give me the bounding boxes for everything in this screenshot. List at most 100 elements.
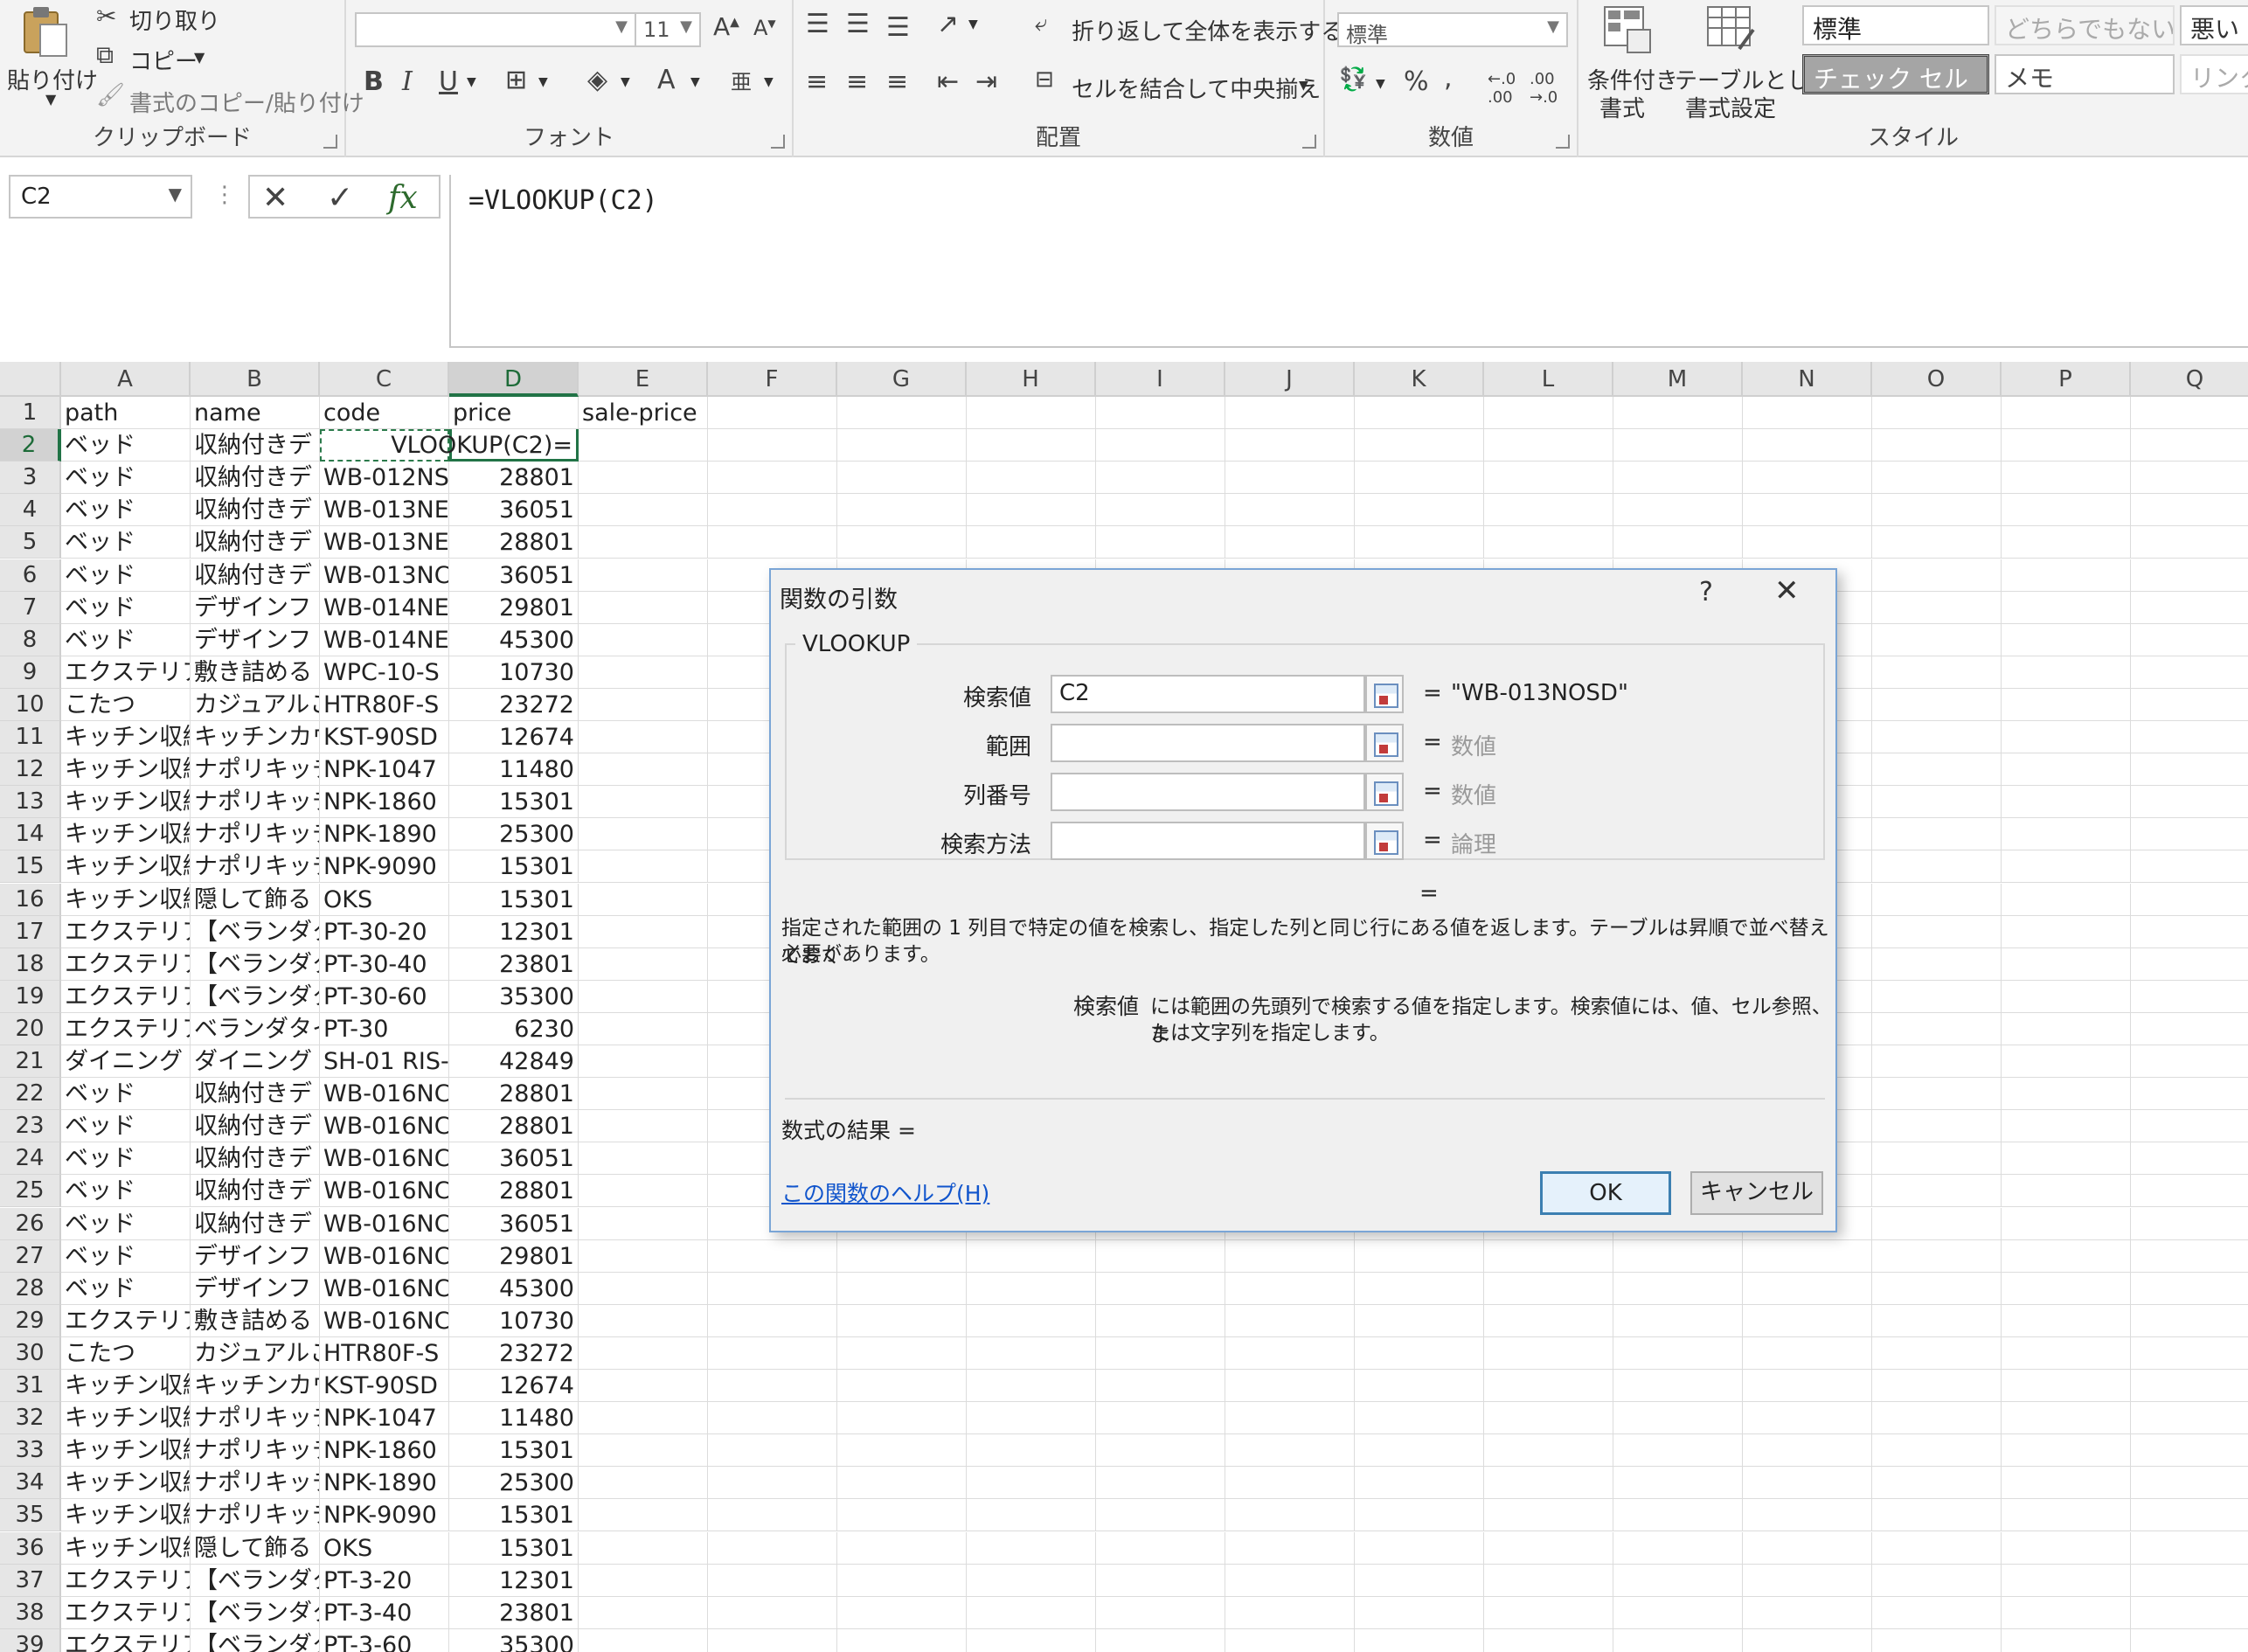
cell-path[interactable]: ベッド bbox=[61, 462, 191, 495]
cell-price[interactable]: 45300 bbox=[449, 623, 579, 656]
grid-cell[interactable] bbox=[2002, 1207, 2131, 1240]
cell-code[interactable]: KST-90SD bbox=[320, 721, 449, 753]
grid-cell[interactable] bbox=[967, 1239, 1096, 1273]
row-header[interactable]: 15 bbox=[0, 850, 61, 884]
grid-cell[interactable] bbox=[2002, 1142, 2131, 1176]
grid-cell[interactable] bbox=[1096, 1336, 1225, 1370]
merge-dropdown-icon[interactable]: ▼ bbox=[1299, 79, 1308, 93]
grid-cell[interactable] bbox=[1743, 526, 1872, 559]
grid-cell[interactable] bbox=[1225, 1304, 1355, 1337]
grid-cell[interactable] bbox=[1872, 1596, 2002, 1629]
grid-cell[interactable] bbox=[1613, 494, 1743, 527]
grid-cell[interactable] bbox=[2002, 1531, 2131, 1565]
align-left-icon[interactable]: ≡ bbox=[806, 66, 828, 97]
grid-cell[interactable] bbox=[2002, 1499, 2131, 1532]
cell-code[interactable]: PT-3-40 bbox=[320, 1596, 449, 1629]
grid-cell[interactable] bbox=[1225, 1564, 1355, 1597]
style-bad[interactable]: 悪い bbox=[2180, 5, 2248, 45]
cell-path[interactable]: キッチン収納 bbox=[61, 721, 191, 753]
cell-name[interactable]: 隠して飾る bbox=[191, 883, 320, 916]
cell-name[interactable]: 敷き詰める bbox=[191, 656, 320, 689]
cell-code[interactable]: WB-016NC bbox=[320, 1304, 449, 1337]
cell-path[interactable]: エクステリア bbox=[61, 1628, 191, 1652]
cell-price[interactable]: 15301 bbox=[449, 786, 579, 819]
grid-cell[interactable] bbox=[2131, 1304, 2248, 1337]
grid-cell[interactable] bbox=[1872, 1531, 2002, 1565]
cell-path[interactable]: エクステリア bbox=[61, 1304, 191, 1337]
grid-cell[interactable] bbox=[1096, 429, 1225, 462]
cell-price[interactable]: 36051 bbox=[449, 1207, 579, 1240]
grid-cell[interactable] bbox=[1096, 494, 1225, 527]
cell-path[interactable]: ベッド bbox=[61, 559, 191, 592]
grid-cell[interactable] bbox=[1355, 1272, 1484, 1305]
grid-cell[interactable] bbox=[1613, 1239, 1743, 1273]
cell-name[interactable]: 【ベランダタ bbox=[191, 1596, 320, 1629]
row-header[interactable]: 21 bbox=[0, 1045, 61, 1078]
font-color-dropdown-icon[interactable]: ▼ bbox=[690, 75, 700, 89]
row-header[interactable]: 10 bbox=[0, 688, 61, 721]
cell-name[interactable]: 収納付きデ bbox=[191, 1207, 320, 1240]
bold-button[interactable]: B bbox=[364, 66, 384, 97]
grid-cell[interactable] bbox=[967, 1628, 1096, 1652]
align-top-icon[interactable]: ☰ bbox=[806, 9, 829, 39]
cell-name[interactable]: ダイニング bbox=[191, 1045, 320, 1078]
orientation-icon[interactable]: ↗ bbox=[937, 9, 959, 39]
grid-cell[interactable] bbox=[2002, 623, 2131, 656]
row-header[interactable]: 3 bbox=[0, 462, 61, 495]
row-header[interactable]: 17 bbox=[0, 915, 61, 948]
cell-price[interactable]: 15301 bbox=[449, 1531, 579, 1565]
column-header[interactable]: G bbox=[837, 362, 967, 397]
grid-cell[interactable] bbox=[2131, 915, 2248, 948]
cell-code[interactable]: HTR80F-S bbox=[320, 1336, 449, 1370]
cell-name[interactable]: カジュアルこ bbox=[191, 688, 320, 721]
grid-cell[interactable] bbox=[1743, 429, 1872, 462]
grid-cell[interactable] bbox=[2002, 559, 2131, 592]
column-header[interactable]: Q bbox=[2131, 362, 2248, 397]
grid-cell[interactable] bbox=[2131, 1564, 2248, 1597]
currency-icon[interactable]: 💱 bbox=[1339, 66, 1367, 93]
cell-name[interactable]: 収納付きデ bbox=[191, 1078, 320, 1111]
grid-cell[interactable] bbox=[2002, 1628, 2131, 1652]
grid-cell[interactable] bbox=[2002, 1402, 2131, 1435]
grid-cell[interactable] bbox=[1872, 721, 2002, 753]
grid-cell[interactable] bbox=[1096, 1239, 1225, 1273]
grid-cell[interactable] bbox=[837, 1272, 967, 1305]
grid-cell[interactable] bbox=[1872, 786, 2002, 819]
grid-cell[interactable] bbox=[579, 1531, 708, 1565]
cell-name[interactable]: 収納付きデ bbox=[191, 1110, 320, 1143]
cell-path[interactable]: エクステリア bbox=[61, 1596, 191, 1629]
cell-price[interactable]: 28801 bbox=[449, 1078, 579, 1111]
comma-button[interactable]: , bbox=[1444, 63, 1453, 94]
grid-cell[interactable] bbox=[2002, 1370, 2131, 1402]
row-header[interactable]: 9 bbox=[0, 656, 61, 689]
grid-cell[interactable] bbox=[1872, 591, 2002, 624]
grid-cell[interactable] bbox=[1872, 1628, 2002, 1652]
grid-cell[interactable] bbox=[708, 1370, 837, 1402]
cell-name[interactable]: 収納付きデ bbox=[191, 559, 320, 592]
ref-select-icon[interactable] bbox=[1365, 773, 1404, 811]
row-header[interactable]: 2 bbox=[0, 429, 61, 462]
grid-cell[interactable] bbox=[1872, 1110, 2002, 1143]
grid-cell[interactable] bbox=[1484, 1628, 1613, 1652]
cell-name[interactable]: ナポリキッチ bbox=[191, 818, 320, 851]
row-header[interactable]: 35 bbox=[0, 1499, 61, 1532]
align-middle-icon[interactable]: ☰ bbox=[846, 9, 870, 39]
grid-cell[interactable] bbox=[2002, 947, 2131, 981]
grid-cell[interactable] bbox=[708, 1564, 837, 1597]
alignment-launcher-icon[interactable] bbox=[1302, 135, 1316, 149]
cell-code[interactable]: WB-013NC bbox=[320, 559, 449, 592]
cell-price[interactable]: 29801 bbox=[449, 1239, 579, 1273]
grid-cell[interactable] bbox=[2002, 1596, 2131, 1629]
grid-cell[interactable] bbox=[579, 494, 708, 527]
grid-cell[interactable] bbox=[708, 1272, 837, 1305]
cell-price[interactable]: 11480 bbox=[449, 753, 579, 787]
grid-cell[interactable] bbox=[2131, 1012, 2248, 1045]
grid-cell[interactable] bbox=[967, 1499, 1096, 1532]
grid-cell[interactable] bbox=[1872, 526, 2002, 559]
cell-price[interactable]: 36051 bbox=[449, 559, 579, 592]
grid-cell[interactable] bbox=[579, 1142, 708, 1176]
grid-cell[interactable] bbox=[1225, 1499, 1355, 1532]
cell-path[interactable]: キッチン収納 bbox=[61, 850, 191, 884]
grid-cell[interactable] bbox=[1872, 1434, 2002, 1468]
grid-cell[interactable] bbox=[967, 1434, 1096, 1468]
